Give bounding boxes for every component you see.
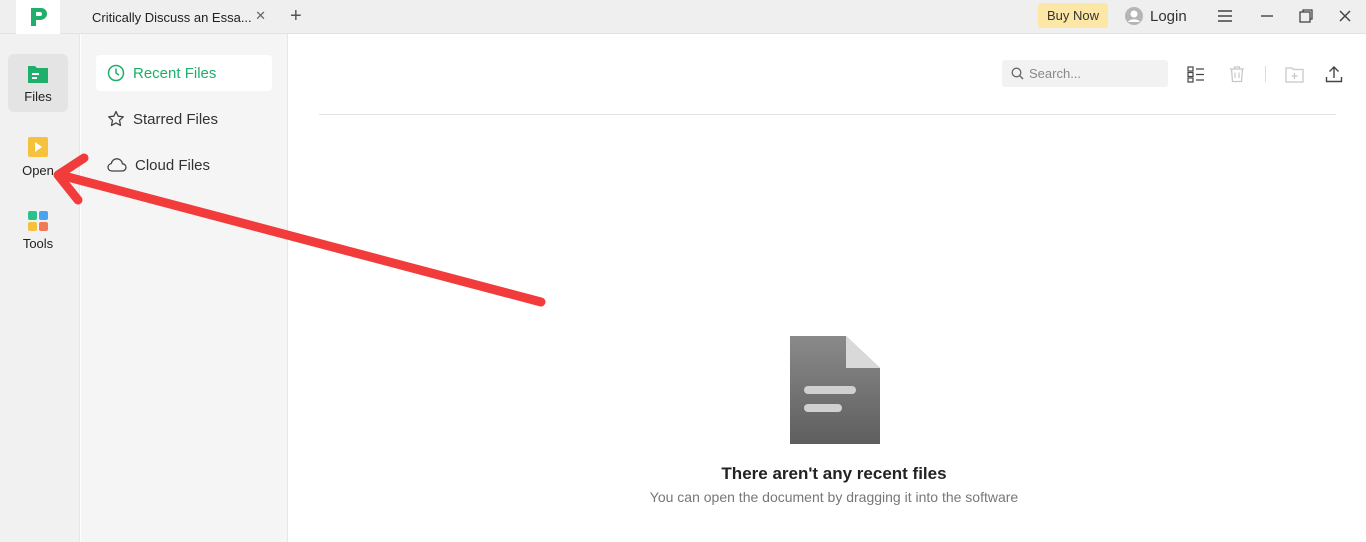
rail-item-open[interactable]: Open — [8, 127, 68, 185]
main-panel: There aren't any recent files You can op… — [289, 34, 1366, 542]
minimize-icon[interactable] — [1256, 5, 1278, 27]
delete-button[interactable] — [1227, 64, 1247, 84]
clock-icon — [107, 64, 125, 82]
document-tab[interactable]: Critically Discuss an Essa... ✕ — [78, 0, 278, 34]
search-icon — [1011, 67, 1024, 80]
nav-label-recent-files: Recent Files — [133, 64, 217, 82]
star-icon — [108, 110, 124, 127]
icon-rail: Files Open Tools — [0, 34, 80, 542]
document-icon — [790, 336, 880, 444]
tools-grid-icon — [28, 210, 48, 231]
search-input[interactable] — [1029, 66, 1159, 81]
app-logo[interactable] — [16, 0, 60, 34]
nav-item-cloud-files[interactable]: Cloud Files — [96, 147, 272, 183]
new-tab-button[interactable]: + — [290, 5, 302, 27]
upload-button[interactable] — [1324, 64, 1344, 84]
empty-document-illustration — [790, 336, 880, 449]
login-button[interactable]: Login — [1124, 4, 1187, 28]
buy-now-button[interactable]: Buy Now — [1038, 3, 1108, 28]
app-logo-icon — [31, 8, 47, 26]
tab-title: Critically Discuss an Essa... — [92, 9, 252, 25]
upload-icon — [1325, 66, 1343, 83]
close-window-icon[interactable] — [1334, 5, 1356, 27]
nav-label-cloud-files: Cloud Files — [135, 156, 211, 174]
toolbar-divider — [319, 114, 1336, 115]
rail-item-files[interactable]: Files — [8, 54, 68, 112]
cloud-icon — [107, 158, 127, 172]
user-avatar-icon — [1125, 7, 1143, 25]
rail-label-files: Files — [24, 88, 52, 104]
open-folder-icon — [28, 136, 48, 157]
files-nav: Recent Files Starred Files Cloud Files — [81, 34, 288, 542]
title-bar: Critically Discuss an Essa... ✕ + Buy No… — [0, 0, 1366, 34]
toolbar-separator — [1265, 66, 1266, 82]
search-box[interactable] — [1002, 60, 1168, 87]
restore-icon[interactable] — [1295, 5, 1317, 27]
close-tab-icon[interactable]: ✕ — [255, 8, 266, 24]
nav-label-starred-files: Starred Files — [133, 110, 219, 128]
nav-item-recent-files[interactable]: Recent Files — [96, 55, 272, 91]
rail-label-open: Open — [22, 162, 54, 178]
trash-icon — [1230, 66, 1244, 83]
list-view-icon — [1187, 65, 1204, 83]
rail-item-tools[interactable]: Tools — [8, 201, 68, 259]
menu-icon[interactable] — [1214, 5, 1236, 27]
empty-state-title: There aren't any recent files — [721, 464, 947, 483]
nav-item-starred-files[interactable]: Starred Files — [96, 101, 272, 137]
rail-label-tools: Tools — [22, 235, 54, 251]
new-folder-icon — [1284, 66, 1304, 83]
login-label: Login — [1150, 7, 1187, 25]
files-icon — [28, 65, 48, 83]
empty-state-subtitle: You can open the document by dragging it… — [649, 489, 1019, 505]
list-view-button[interactable] — [1186, 64, 1206, 84]
new-folder-button[interactable] — [1284, 64, 1304, 84]
